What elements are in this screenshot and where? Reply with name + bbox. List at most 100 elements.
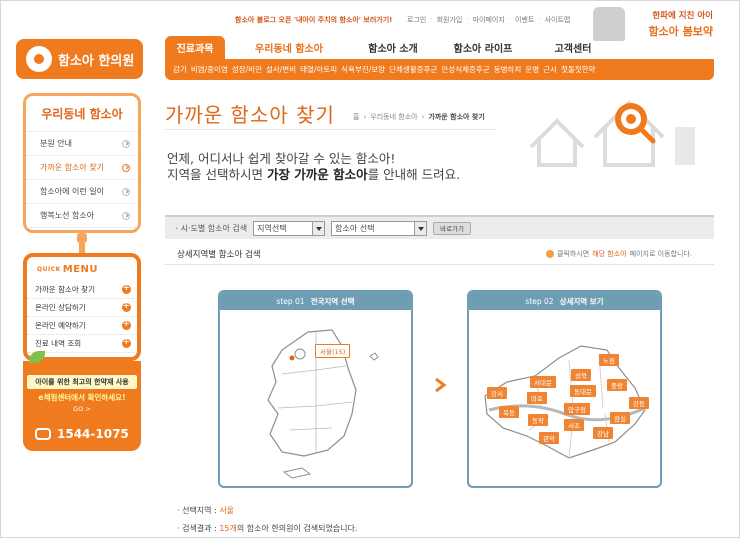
go-button[interactable]: 바로가기: [433, 221, 472, 235]
tab-life[interactable]: 함소아 라이프: [433, 36, 533, 59]
breadcrumb-current: 가까운 함소아 찾기: [428, 113, 485, 121]
district-tag[interactable]: 관악: [539, 432, 559, 444]
sidebar-item-news[interactable]: 함소아에 이런 일이: [26, 180, 138, 204]
sidebar-title: 우리동네 함소아: [26, 96, 138, 132]
logo-text: 함소아 한의원: [58, 53, 135, 69]
detail-tip: 클릭하시면 해당 함소아 페이지로 이동합니다.: [546, 249, 692, 259]
intro-line2: 지역을 선택하시면 가장 가까운 함소아를 안내해 드려요.: [167, 167, 461, 182]
district-tag[interactable]: 강남: [593, 427, 613, 439]
mypage-link[interactable]: 마이페이지: [473, 15, 505, 25]
step2-panel: step 02 상세지역 보기 노원 성북 서대문 강서 마포 동대문 중랑 목동…: [467, 290, 662, 488]
search-result-count: · 검색결과 : 15개의 함소아 한의원이 검색되었습니다.: [177, 524, 358, 533]
breadcrumb: 홈 › 우리동네 함소아 › 가까운 함소아 찾기: [353, 112, 485, 122]
quick-reserve[interactable]: 온라인 예약하기: [27, 317, 137, 335]
step2-header: step 02 상세지역 보기: [469, 292, 660, 310]
logo[interactable]: 함소아 한의원: [16, 39, 143, 79]
step1-panel: step 01 전국지역 선택 서울(15): [218, 290, 413, 488]
event-link[interactable]: 이벤트: [515, 15, 534, 25]
subnav-item[interactable]: 근시: [543, 64, 557, 75]
district-tag[interactable]: 목동: [499, 406, 519, 418]
chevron-down-icon: [312, 221, 325, 235]
subnav-item[interactable]: 비염/중이염: [191, 64, 228, 75]
plus-icon: [122, 301, 131, 312]
plus-icon: [122, 283, 131, 294]
chevron-right-icon: [122, 187, 130, 196]
sidebar-item-label: 분원 안내: [40, 139, 72, 148]
sub-nav: 감기 비염/중이염 성장/비만 설사/변비 태열/아토피 식욕부진/보양 단체생…: [165, 59, 714, 80]
chevron-right-icon: [122, 139, 130, 148]
tab-neighborhood[interactable]: 우리동네 함소아: [225, 36, 353, 59]
main-nav: 진료과목 우리동네 함소아 함소아 소개 함소아 라이프 고객센터: [165, 36, 714, 59]
district-tag[interactable]: 강서: [487, 387, 507, 399]
chevron-right-icon: [122, 163, 130, 172]
breadcrumb-neighborhood[interactable]: 우리동네 함소아: [370, 112, 417, 122]
district-tag[interactable]: 강동: [629, 397, 649, 409]
subnav-item[interactable]: 식욕부진/보양: [341, 64, 385, 75]
tab-about[interactable]: 함소아 소개: [353, 36, 433, 59]
chevron-down-icon: [414, 221, 427, 235]
sitemap-link[interactable]: 사이트맵: [545, 15, 571, 25]
leaf-icon: [29, 351, 45, 363]
sidebar-item-label: 함소아에 이런 일이: [40, 187, 104, 196]
district-tag[interactable]: 성북: [571, 369, 591, 381]
subnav-item[interactable]: 태열/아토피: [300, 64, 337, 75]
breadcrumb-home[interactable]: 홈: [353, 112, 359, 122]
district-tag[interactable]: 서초: [564, 419, 584, 431]
district-tag[interactable]: 서대문: [530, 376, 556, 388]
subnav-item[interactable]: 동병하치: [494, 64, 522, 75]
blog-banner-link[interactable]: 함소아 블로그 오픈 '내아이 주치의 함소아' 보러가기!: [235, 15, 392, 25]
korea-map[interactable]: [220, 310, 411, 486]
login-link[interactable]: 로그인: [407, 15, 426, 25]
logo-mark-icon: [26, 46, 52, 72]
search-label: · 시·도별 함소아 검색: [175, 223, 248, 233]
signup-link[interactable]: 회원가입: [437, 15, 463, 25]
subnav-item[interactable]: 만성식체증후군: [441, 64, 489, 75]
district-tag[interactable]: 동대문: [570, 385, 596, 397]
district-tag[interactable]: 마포: [527, 392, 547, 404]
quick-consult[interactable]: 온라인 상담하기: [27, 299, 137, 317]
chevron-right-icon: [435, 378, 447, 392]
region-select[interactable]: 지역선택: [253, 220, 326, 236]
phone-number: 1544-1075: [35, 427, 129, 441]
chevron-right-icon: [122, 211, 130, 220]
sidebar: 우리동네 함소아 분원 안내 가까운 함소아 찾기 함소아에 이런 일이 행복노…: [23, 93, 141, 233]
clinic-select[interactable]: 함소아 선택: [331, 220, 428, 236]
quick-find-clinic[interactable]: 가까운 함소아 찾기: [27, 281, 137, 299]
quick-menu-title: QUICK MENU: [37, 263, 99, 275]
info-icon: [546, 250, 554, 258]
district-tag[interactable]: 압구정: [564, 403, 590, 415]
subnav-item[interactable]: 첫돌첫한약: [561, 64, 596, 75]
divider: [165, 129, 495, 130]
quick-menu: QUICKMENU 가까운 함소아 찾기 온라인 상담하기 온라인 예약하기 진…: [23, 253, 141, 361]
ad-line2: e체험센터에서 확인하세요!: [38, 393, 126, 402]
sidebar-connector: [77, 233, 87, 243]
sidebar-item-find[interactable]: 가까운 함소아 찾기: [26, 156, 138, 180]
seoul-marker[interactable]: 서울(15): [315, 344, 351, 358]
herb-ad-banner[interactable]: 아이를 위한 최고의 한약재 사용 e체험센터에서 확인하세요! GO > 15…: [23, 351, 141, 451]
subnav-item[interactable]: 단체생활증후군: [389, 64, 437, 75]
district-tag[interactable]: 동작: [528, 414, 548, 426]
utility-links: 로그인 · 회원가입 · 마이페이지 · 이벤트 · 사이트맵: [407, 15, 571, 25]
divider: [165, 264, 714, 265]
ad-line1: 아이를 위한 최고의 한약재 사용: [27, 375, 137, 389]
promo-line1: 한파에 지친 아이: [652, 11, 713, 21]
sidebar-item-branches[interactable]: 분원 안내: [26, 132, 138, 156]
ad-go[interactable]: GO >: [23, 405, 141, 413]
district-tag[interactable]: 잠실: [610, 412, 630, 424]
step1-header: step 01 전국지역 선택: [220, 292, 411, 310]
plus-icon: [122, 337, 131, 348]
region-search-bar: · 시·도별 함소아 검색 지역선택 함소아 선택 바로가기: [165, 215, 714, 239]
subnav-item[interactable]: 성장/비만: [232, 64, 262, 75]
selected-region: · 선택지역 : 서울: [177, 506, 235, 515]
subnav-item[interactable]: 감기: [173, 64, 187, 75]
sidebar-connector: [79, 243, 85, 253]
plus-icon: [122, 319, 131, 330]
district-tag[interactable]: 노원: [599, 354, 619, 366]
houses-search-illustration: [529, 100, 695, 167]
tab-customer[interactable]: 고객센터: [533, 36, 613, 59]
district-tag[interactable]: 중랑: [607, 379, 627, 391]
subnav-item[interactable]: 설사/변비: [266, 64, 296, 75]
sidebar-item-route[interactable]: 행복노선 함소아: [26, 204, 138, 228]
subnav-item[interactable]: 운병: [525, 64, 539, 75]
tab-clinic[interactable]: 진료과목: [165, 36, 225, 59]
